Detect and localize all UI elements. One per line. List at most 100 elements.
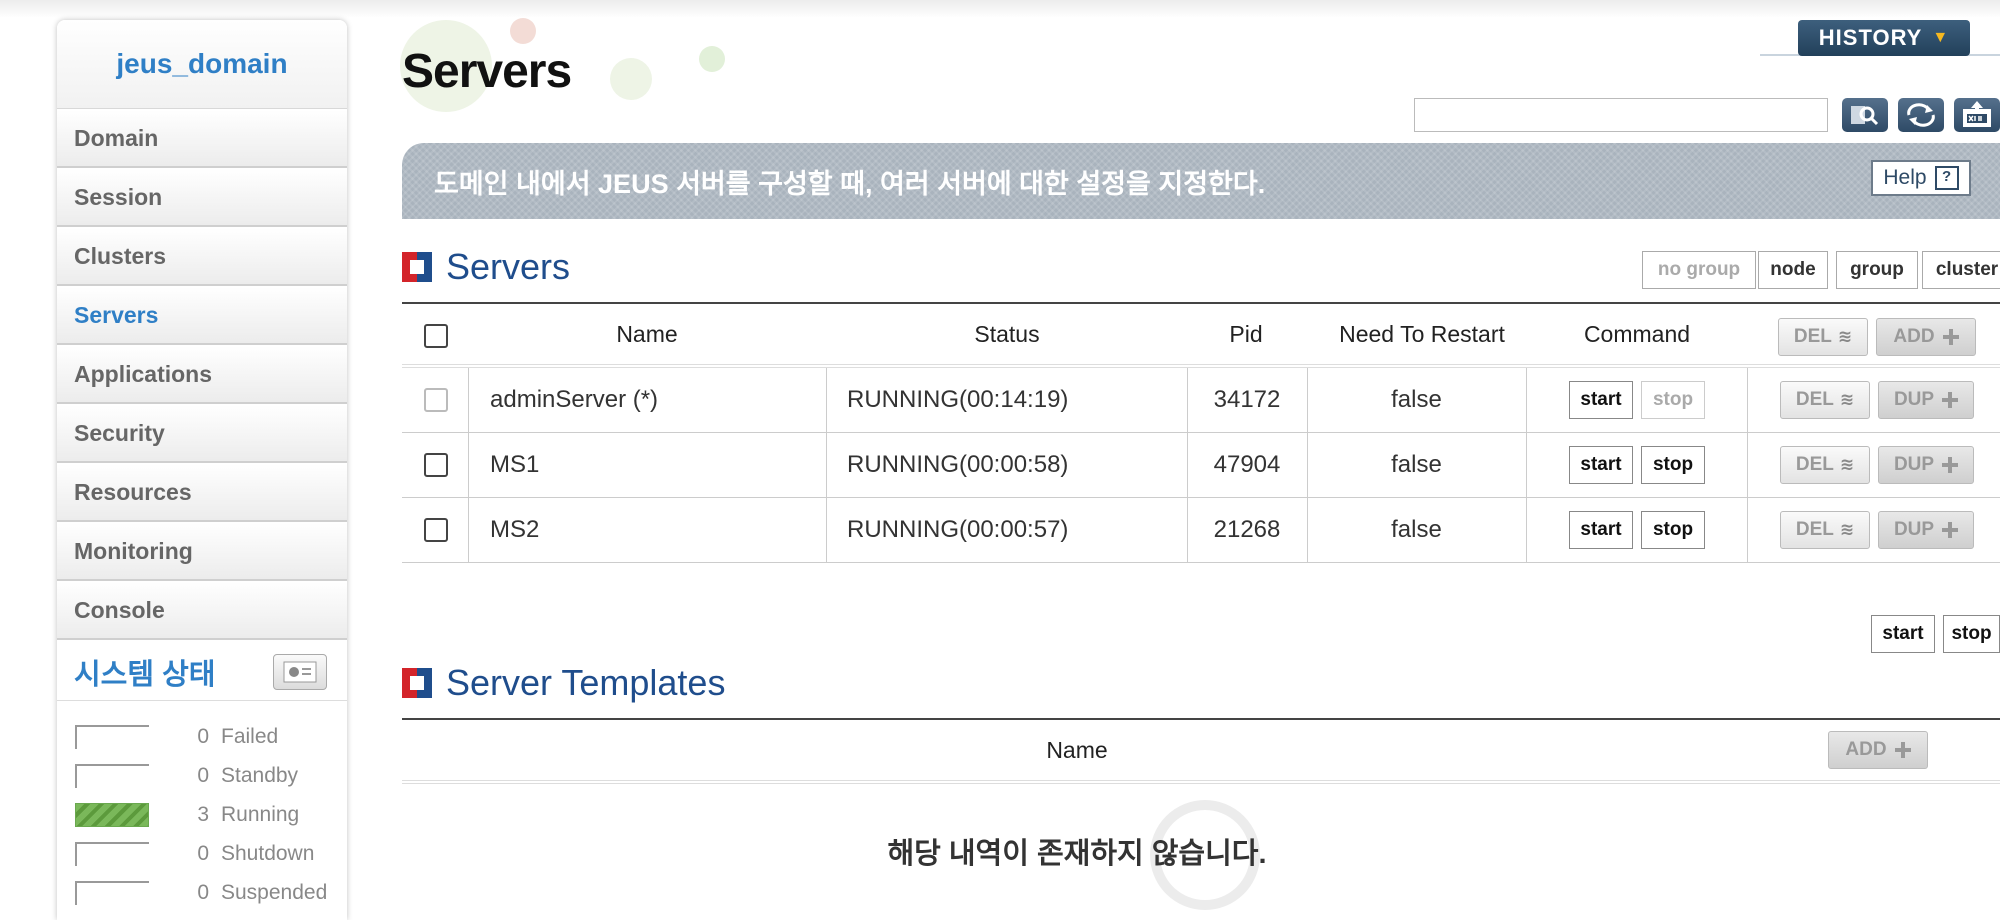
table-row: adminServer (*) RUNNING(00:14:19) 34172 … [402,368,2000,433]
cell-divider [1526,433,1527,497]
dup-label: DUP [1893,389,1935,410]
start-button[interactable]: start [1569,381,1633,419]
nav-item-session[interactable]: Session [57,169,347,227]
duplicate-row-button[interactable]: DUP [1878,381,1974,419]
nav-item-resources[interactable]: Resources [57,464,347,522]
add-label: ADD [1845,739,1887,760]
server-pid: 47904 [1213,451,1281,478]
cell-divider [1526,368,1527,432]
row-checkbox[interactable] [424,453,448,477]
column-status: Status [974,320,1040,347]
row-checkbox[interactable] [424,388,448,412]
stop-button[interactable]: stop [1641,511,1705,549]
banner-text: 도메인 내에서 JEUS 서버를 구성할 때, 여러 서버에 대한 설정을 지정… [434,168,1266,199]
search-input[interactable] [1414,98,1828,132]
select-all-checkbox[interactable] [424,324,448,348]
cell-divider [1526,498,1527,562]
start-button[interactable]: start [1569,446,1633,484]
server-name[interactable]: MS1 [490,433,539,497]
filter-no-group[interactable]: no group [1642,251,1756,289]
server-need-restart: false [1391,386,1442,413]
table-row: MS2 RUNNING(00:00:57) 21268 false start … [402,498,2000,563]
search-button[interactable] [1842,98,1888,132]
xml-export-button[interactable] [1954,98,2000,132]
nav-item-console[interactable]: Console [57,582,347,640]
description-banner: 도메인 내에서 JEUS 서버를 구성할 때, 여러 서버에 대한 설정을 지정… [402,143,2000,219]
plus-icon [1894,742,1911,758]
domain-title[interactable]: jeus_domain [57,20,347,109]
status-shutdown: 0 Shutdown [57,834,347,873]
delete-row-button[interactable]: DEL ≋ [1780,446,1870,484]
duplicate-row-button[interactable]: DUP [1878,446,1974,484]
cell-divider [826,498,827,562]
status-bar [75,880,149,905]
del-label: DEL [1795,454,1834,475]
servers-section-title: Servers [446,246,571,287]
cell-divider [826,433,827,497]
row-checkbox[interactable] [424,518,448,542]
status-chart-button[interactable] [273,654,327,690]
status-bar [75,763,149,788]
nav-item-servers[interactable]: Servers [57,287,347,345]
stop-button[interactable]: stop [1641,381,1705,419]
cell-divider [826,368,827,432]
plus-icon [1942,329,1959,345]
server-status: RUNNING(00:00:57) [847,516,1069,543]
nav-item-security[interactable]: Security [57,405,347,463]
delete-row-button[interactable]: DEL ≋ [1780,511,1870,549]
duplicate-row-button[interactable]: DUP [1878,511,1974,549]
history-button[interactable]: HISTORY ▼ [1798,20,1970,56]
decor-circle [510,18,536,44]
status-standby: 0 Standby [57,756,347,795]
status-failed: 0 Failed [57,717,347,756]
start-selected-button[interactable]: start [1871,615,1935,653]
layers-icon: ≋ [1839,455,1855,474]
refresh-button[interactable] [1898,98,1944,132]
layers-icon: ≋ [1837,327,1853,346]
delete-row-button[interactable]: DEL ≋ [1780,381,1870,419]
filter-node[interactable]: node [1758,251,1828,289]
cell-divider [468,498,469,562]
server-need-restart: false [1391,516,1442,543]
nav-item-applications[interactable]: Applications [57,346,347,404]
nav-item-domain[interactable]: Domain [57,110,347,168]
server-name[interactable]: adminServer (*) [490,368,658,432]
filter-group[interactable]: group [1836,251,1918,289]
servers-table: Name Status Pid Need To Restart Command … [402,302,2000,563]
section-icon [402,668,432,698]
cell-divider [468,368,469,432]
stop-button[interactable]: stop [1641,446,1705,484]
column-template-name: Name [1046,737,1108,763]
cell-divider [1747,368,1748,432]
status-label: Running [221,802,300,826]
cell-divider [468,433,469,497]
plus-icon [1942,457,1959,473]
add-server-button[interactable]: ADD [1876,318,1976,356]
delete-selected-button[interactable]: DEL ≋ [1778,318,1868,356]
server-name[interactable]: MS2 [490,498,539,562]
status-bar [75,724,149,749]
dup-label: DUP [1893,519,1935,540]
add-template-button[interactable]: ADD [1828,731,1928,769]
status-bar [75,802,149,827]
history-label: HISTORY [1818,25,1923,50]
del-label: DEL [1795,389,1834,410]
system-status-header: 시스템 상태 [57,644,347,701]
column-name: Name [616,320,678,347]
no-data-message: 해당 내역이 존재하지 않습니다. [887,838,1267,870]
filter-cluster[interactable]: cluster [1922,251,2000,289]
status-label: Shutdown [221,841,315,865]
help-button[interactable]: Help ? [1871,160,1971,196]
server-status: RUNNING(00:14:19) [847,386,1069,413]
column-need-to-restart: Need To Restart [1339,320,1505,347]
status-label: Standby [221,763,299,787]
plus-icon [1942,392,1959,408]
status-count: 0 [197,724,209,748]
question-icon: ? [1934,166,1959,190]
table-row: MS1 RUNNING(00:00:58) 47904 false start … [402,433,2000,498]
nav-item-monitoring[interactable]: Monitoring [57,523,347,581]
stop-selected-button[interactable]: stop [1943,615,2000,653]
sidebar: jeus_domain Domain Session Clusters Serv… [57,20,347,920]
nav-item-clusters[interactable]: Clusters [57,228,347,286]
start-button[interactable]: start [1569,511,1633,549]
